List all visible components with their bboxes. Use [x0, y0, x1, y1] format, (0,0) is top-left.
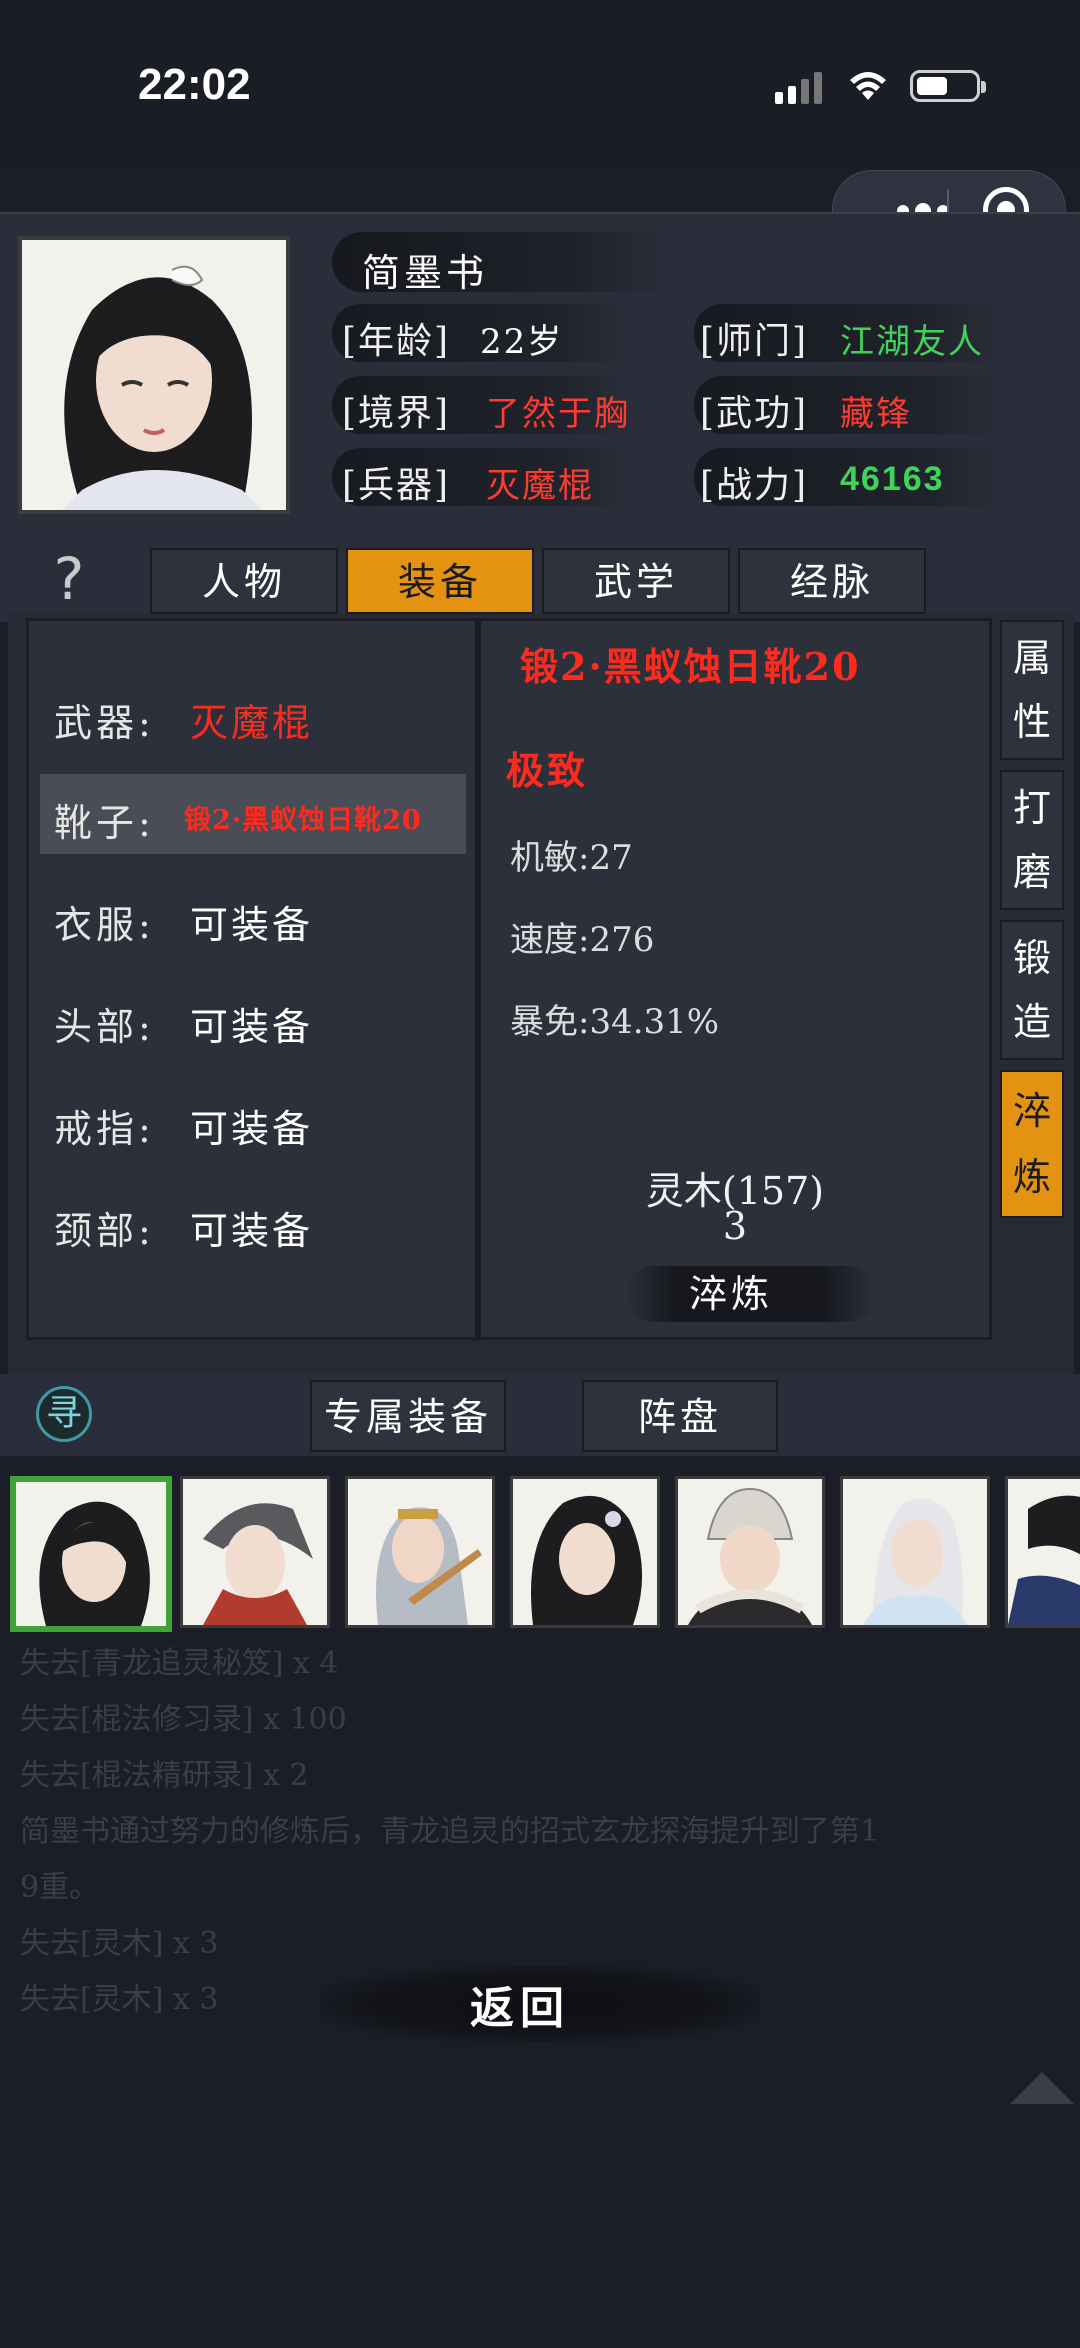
formation-tab[interactable]: 阵盘 — [582, 1380, 778, 1452]
cellular-signal-icon — [775, 72, 825, 104]
weapon-label: [兵器] — [342, 465, 451, 506]
character-thumb[interactable] — [510, 1476, 660, 1628]
stat-crit-resist: 暴免:34.31% — [510, 1002, 720, 1042]
status-time: 22:02 — [138, 60, 251, 109]
sect-value: 江湖友人 — [840, 322, 984, 362]
tab-martial-arts[interactable]: 武学 — [542, 548, 730, 614]
weapon-value: 灭魔棍 — [486, 466, 594, 506]
character-portrait — [18, 236, 290, 514]
character-thumb[interactable] — [840, 1476, 990, 1628]
exclusive-equipment-tab[interactable]: 专属装备 — [310, 1380, 506, 1452]
character-thumb[interactable] — [1005, 1476, 1080, 1628]
refine-button[interactable]: 淬炼 — [626, 1266, 836, 1322]
sect-label: [师门] — [700, 321, 809, 362]
realm-value: 了然于胸 — [486, 394, 630, 434]
back-button[interactable]: 返回 — [440, 1972, 600, 2036]
age-value: 22岁 — [480, 322, 564, 362]
tab-meridians[interactable]: 经脉 — [738, 548, 926, 614]
log-line: 失去[灵木] x 3 — [20, 1926, 219, 1961]
material-count: 3 — [722, 1204, 748, 1248]
help-icon[interactable]: ? — [38, 548, 100, 610]
character-thumb[interactable] — [345, 1476, 495, 1628]
battery-icon — [910, 70, 986, 102]
tab-equipment[interactable]: 装备 — [346, 548, 534, 614]
status-bar: 22:02 — [0, 0, 1080, 170]
stat-agility: 机敏:27 — [510, 838, 633, 878]
item-title: 锻2·黑蚁蚀日靴20 — [520, 644, 861, 689]
realm-label: [境界] — [342, 393, 451, 434]
skill-label: [武功] — [700, 393, 809, 434]
character-name: 简墨书 — [362, 251, 489, 295]
slot-head[interactable]: 头部: 可装备 — [40, 978, 466, 1058]
slot-boots[interactable]: 靴子: 锻2·黑蚁蚀日靴20 — [40, 774, 466, 854]
power-value: 46163 — [840, 460, 945, 498]
log-line: 失去[棍法修习录] x 100 — [20, 1702, 347, 1737]
seek-icon[interactable]: 寻 — [36, 1386, 92, 1442]
stat-speed: 速度:276 — [510, 920, 655, 960]
tab-character[interactable]: 人物 — [150, 548, 338, 614]
slot-clothes[interactable]: 衣服: 可装备 — [40, 876, 466, 956]
character-thumb[interactable] — [180, 1476, 330, 1628]
slot-neck[interactable]: 颈部: 可装备 — [40, 1182, 466, 1262]
slot-ring[interactable]: 戒指: 可装备 — [40, 1080, 466, 1160]
bottom-tab-bar — [0, 1374, 1080, 1456]
log-line: 失去[棍法精研录] x 2 — [20, 1758, 309, 1793]
wifi-icon — [850, 72, 886, 100]
age-label: [年龄] — [342, 321, 451, 362]
item-quality: 极致 — [506, 748, 589, 793]
slot-weapon[interactable]: 武器: 灭魔棍 — [40, 674, 466, 754]
log-line: 失去[青龙追灵秘笈] x 4 — [20, 1646, 339, 1681]
log-line: 9重。 — [20, 1870, 100, 1905]
skill-value: 藏锋 — [840, 394, 912, 434]
power-label: [战力] — [700, 465, 809, 506]
character-thumb[interactable] — [675, 1476, 825, 1628]
character-strip — [0, 1456, 1080, 1646]
side-tab-polish[interactable]: 打磨 — [1000, 770, 1064, 910]
character-thumb[interactable] — [10, 1476, 172, 1632]
character-header: 简墨书 [年龄] 22岁 [境界] 了然于胸 [兵器] 灭魔棍 [师门] 江湖友… — [0, 212, 1080, 535]
side-tab-attributes[interactable]: 属性 — [1000, 620, 1064, 760]
side-tab-refine[interactable]: 淬炼 — [1000, 1070, 1064, 1218]
scroll-up-icon[interactable] — [1010, 2072, 1074, 2104]
log-line: 简墨书通过努力的修炼后，青龙追灵的招式玄龙探海提升到了第1 — [20, 1814, 880, 1849]
side-tab-forge[interactable]: 锻造 — [1000, 920, 1064, 1060]
